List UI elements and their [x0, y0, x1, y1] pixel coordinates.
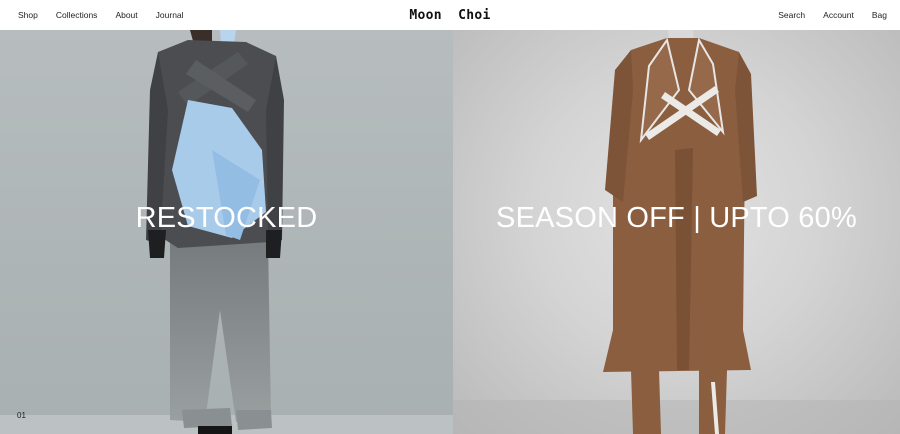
nav-shop-link[interactable]: Shop	[18, 10, 38, 20]
slide-counter: 01	[17, 411, 26, 420]
season-off-banner[interactable]: SEASON OFF | UPTO 60%	[453, 30, 900, 434]
nav-collections-link[interactable]: Collections	[56, 10, 98, 20]
site-header: Shop Collections About Journal Moon Choi…	[0, 0, 900, 30]
restocked-headline: RESTOCKED	[135, 202, 318, 234]
nav-bag-link[interactable]: Bag	[872, 10, 887, 20]
utility-nav: Search Account Bag	[760, 0, 887, 30]
nav-about-link[interactable]: About	[115, 10, 137, 20]
nav-account-link[interactable]: Account	[823, 10, 854, 20]
nav-search-link[interactable]: Search	[778, 10, 805, 20]
primary-nav: Shop Collections About Journal	[18, 0, 202, 30]
restocked-banner[interactable]: RESTOCKED 01	[0, 30, 453, 434]
nav-journal-link[interactable]: Journal	[156, 10, 184, 20]
season-off-headline: SEASON OFF | UPTO 60%	[496, 202, 857, 234]
brand-logo[interactable]: Moon Choi	[409, 8, 490, 23]
